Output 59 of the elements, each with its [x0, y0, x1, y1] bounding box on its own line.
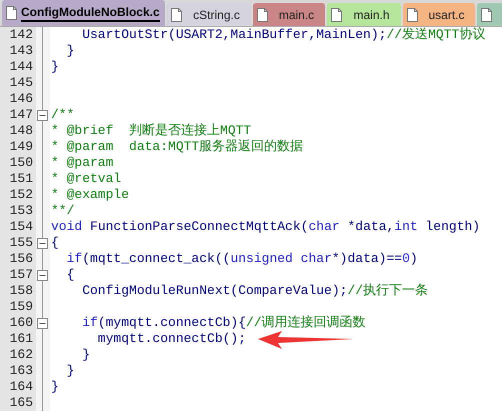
code-line: }: [81, 347, 90, 362]
collapse-icon[interactable]: [37, 238, 48, 248]
code-line: {: [66, 267, 74, 282]
code-line: UsartOutStr(USART2,MainBuffer,MainLen);//发送MQTT协议: [81, 27, 486, 42]
file-tab[interactable]: usart.c: [403, 3, 475, 26]
line-number: 145: [10, 75, 33, 90]
line-number: 142: [10, 27, 33, 42]
file-tab[interactable]: cString.c: [167, 3, 251, 26]
line-number: 150: [10, 155, 33, 170]
collapse-icon[interactable]: [37, 110, 48, 120]
code-line: * @brief 判断是否连接上MQTT: [51, 123, 252, 138]
line-number: 144: [10, 59, 33, 74]
code-line: }: [66, 363, 74, 378]
line-number: 160: [10, 315, 33, 330]
file-tab[interactable]: main.c: [253, 3, 325, 26]
line-number: 147: [10, 107, 33, 122]
code-line: if(mqtt_connect_ack((unsigned char*)data)==0): [66, 251, 418, 266]
code-line: mymqtt.connectCb();: [96, 331, 246, 346]
line-number: 162: [10, 347, 33, 362]
collapse-icon[interactable]: [37, 270, 48, 280]
code-line: if(mymqtt.connectCb){//调用连接回调函数: [81, 315, 366, 330]
code-line: void FunctionParseConnectMqttAck(char *data,int length): [51, 219, 480, 234]
code-line: * @retval: [51, 171, 122, 186]
file-tab[interactable]: main.h: [327, 3, 401, 26]
line-number: 151: [10, 171, 33, 186]
line-number: 158: [10, 283, 33, 298]
collapse-icon[interactable]: [37, 318, 48, 328]
line-number: 155: [10, 235, 33, 250]
code-line: * @param data:MQTT服务器返回的数据: [51, 139, 304, 154]
file-icon: [481, 8, 492, 22]
line-number: 156: [10, 251, 33, 266]
code-line: /**: [51, 107, 74, 122]
code-line: * @param: [51, 155, 114, 170]
code-line: **/: [51, 203, 74, 218]
line-number: 159: [10, 299, 33, 314]
code-line: }: [51, 379, 59, 394]
line-number: 164: [10, 379, 33, 394]
line-number: 146: [10, 91, 33, 106]
code-line: }: [66, 43, 74, 58]
line-number: 154: [10, 219, 33, 234]
line-number: 152: [10, 187, 33, 202]
code-line: * @example: [51, 187, 130, 202]
code-line: {: [51, 235, 59, 250]
code-line: ConfigModuleRunNext(CompareValue);//执行下一条: [81, 283, 428, 298]
line-number: 157: [10, 267, 33, 282]
file-icon: [6, 6, 17, 20]
file-tab[interactable]: ConfigModuleNoBlock.c: [2, 0, 165, 26]
file-icon: [257, 8, 268, 22]
line-number: 153: [10, 203, 33, 218]
file-icon: [171, 8, 182, 22]
line-number: 163: [10, 363, 33, 378]
file-icon: [331, 8, 342, 22]
code-line: }: [51, 59, 59, 74]
line-number: 143: [10, 43, 33, 58]
line-number: 149: [10, 139, 33, 154]
file-icon: [407, 8, 418, 22]
line-number: 161: [10, 331, 33, 346]
line-number: 165: [10, 395, 33, 410]
line-number: 148: [10, 123, 33, 138]
